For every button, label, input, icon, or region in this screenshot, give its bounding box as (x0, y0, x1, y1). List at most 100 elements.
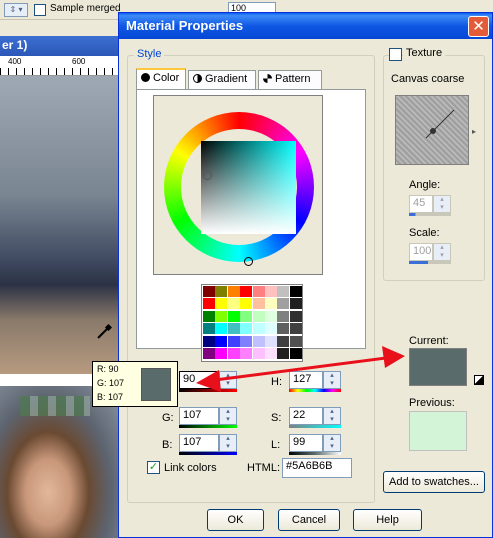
swatch-cell[interactable] (265, 298, 277, 310)
swatch-cell[interactable] (227, 348, 240, 359)
swatch-cell[interactable] (277, 323, 290, 335)
swatch-cell[interactable] (265, 348, 277, 359)
swatch-cell[interactable] (240, 348, 253, 359)
sample-merged-checkbox[interactable] (34, 4, 46, 16)
swatch-cell[interactable] (265, 310, 277, 322)
b-slider-bar[interactable] (179, 452, 237, 455)
swatch-cell[interactable] (215, 310, 228, 322)
swatch-cell[interactable] (252, 286, 265, 297)
scale-field[interactable]: 100 (409, 243, 433, 261)
b-spin-button[interactable]: ▴ ▾ (219, 434, 237, 452)
close-icon: ✕ (472, 18, 485, 35)
r-spin-button[interactable]: ▴ ▾ (219, 371, 237, 389)
s-field[interactable]: 22 (289, 407, 323, 425)
swatch-cell[interactable] (203, 335, 215, 347)
ok-button[interactable]: OK (207, 509, 264, 531)
swatch-cell[interactable] (240, 286, 253, 297)
h-spin-button[interactable]: ▴ ▾ (323, 371, 341, 389)
swatch-cell[interactable] (215, 286, 228, 297)
swatch-cell[interactable] (227, 298, 240, 310)
swatch-cell[interactable] (240, 298, 253, 310)
swatch-cell[interactable] (277, 310, 290, 322)
dialog-titlebar[interactable]: Material Properties ✕ (119, 13, 492, 39)
swatch-cell[interactable] (240, 335, 253, 347)
angle-field[interactable]: 45 (409, 195, 433, 213)
swatch-cell[interactable] (203, 298, 215, 310)
swatch-cell[interactable] (215, 348, 228, 359)
swatch-cell[interactable] (289, 310, 302, 322)
tab-color[interactable]: Color (136, 68, 186, 89)
r-field[interactable]: 90 (179, 371, 219, 389)
angle-slider-bar[interactable] (409, 213, 451, 216)
saturation-lightness-square[interactable] (201, 141, 296, 234)
swatch-cell[interactable] (277, 335, 290, 347)
b-field[interactable]: 107 (179, 434, 219, 452)
tab-gradient[interactable]: Gradient (188, 70, 256, 89)
help-button[interactable]: Help (353, 509, 422, 531)
sl-cursor[interactable] (203, 171, 212, 180)
canvas-photo[interactable] (0, 76, 120, 374)
swatch-cell[interactable] (203, 323, 215, 335)
swatch-palette[interactable] (201, 284, 303, 362)
g-slider-bar[interactable] (179, 425, 237, 428)
s-slider-bar[interactable] (289, 425, 341, 428)
texture-checkbox[interactable] (389, 48, 402, 61)
swatch-cell[interactable] (265, 335, 277, 347)
swatch-cell[interactable] (215, 335, 228, 347)
angle-spin-button[interactable]: ▴ ▾ (433, 195, 451, 213)
r-slider-bar[interactable] (179, 389, 237, 392)
swatch-cell[interactable] (252, 310, 265, 322)
close-button[interactable]: ✕ (468, 16, 489, 37)
texture-name: Canvas coarse (391, 73, 465, 85)
swatch-cell[interactable] (277, 286, 290, 297)
swatch-cell[interactable] (265, 286, 277, 297)
h-field[interactable]: 127 (289, 371, 323, 389)
tab-gradient-label: Gradient (205, 73, 248, 85)
swatch-cell[interactable] (277, 298, 290, 310)
swatch-cell[interactable] (289, 286, 302, 297)
g-spin-button[interactable]: ▴ ▾ (219, 407, 237, 425)
g-field[interactable]: 107 (179, 407, 219, 425)
scale-slider-bar[interactable] (409, 261, 451, 264)
swatch-cell[interactable] (227, 323, 240, 335)
document-title-bar[interactable]: er 1) (0, 36, 120, 56)
swap-colors-icon[interactable] (474, 375, 484, 385)
swatch-cell[interactable] (203, 286, 215, 297)
swatch-cell[interactable] (289, 348, 302, 359)
swatch-cell[interactable] (265, 323, 277, 335)
swatch-cell[interactable] (252, 348, 265, 359)
swatch-cell[interactable] (227, 310, 240, 322)
swatch-cell[interactable] (215, 298, 228, 310)
html-field[interactable]: #5A6B6B (282, 458, 352, 478)
swatch-cell[interactable] (227, 286, 240, 297)
swatch-cell[interactable] (215, 323, 228, 335)
swatch-cell[interactable] (289, 298, 302, 310)
h-slider-bar[interactable] (289, 389, 341, 392)
swatch-cell[interactable] (203, 348, 215, 359)
swatch-cell[interactable] (289, 323, 302, 335)
previous-color-swatch[interactable] (409, 411, 467, 451)
swatch-cell[interactable] (252, 323, 265, 335)
cancel-button[interactable]: Cancel (278, 509, 340, 531)
hue-cursor[interactable] (244, 257, 253, 266)
l-spin-button[interactable]: ▴ ▾ (323, 434, 341, 452)
scale-spin-button[interactable]: ▴ ▾ (433, 243, 451, 261)
swatch-cell[interactable] (203, 310, 215, 322)
swatch-cell[interactable] (277, 348, 290, 359)
swatch-cell[interactable] (240, 323, 253, 335)
l-field[interactable]: 99 (289, 434, 323, 452)
tab-pattern[interactable]: Pattern (258, 70, 322, 89)
add-to-swatches-button[interactable]: Add to swatches... (383, 471, 485, 493)
s-spin-button[interactable]: ▴ ▾ (323, 407, 341, 425)
texture-preview[interactable] (395, 95, 469, 165)
swatch-cell[interactable] (240, 310, 253, 322)
swatch-cell[interactable] (252, 298, 265, 310)
link-colors-checkbox[interactable]: ✓ (147, 461, 160, 474)
spin-arrows-icon[interactable]: ⇕ ▾ (4, 3, 28, 17)
color-tooltip: R: 90 G: 107 B: 107 (92, 361, 178, 407)
texture-dropdown-arrow-icon[interactable]: ▸ (472, 127, 476, 136)
l-slider-bar[interactable] (289, 452, 341, 455)
swatch-cell[interactable] (289, 335, 302, 347)
swatch-cell[interactable] (227, 335, 240, 347)
swatch-cell[interactable] (252, 335, 265, 347)
